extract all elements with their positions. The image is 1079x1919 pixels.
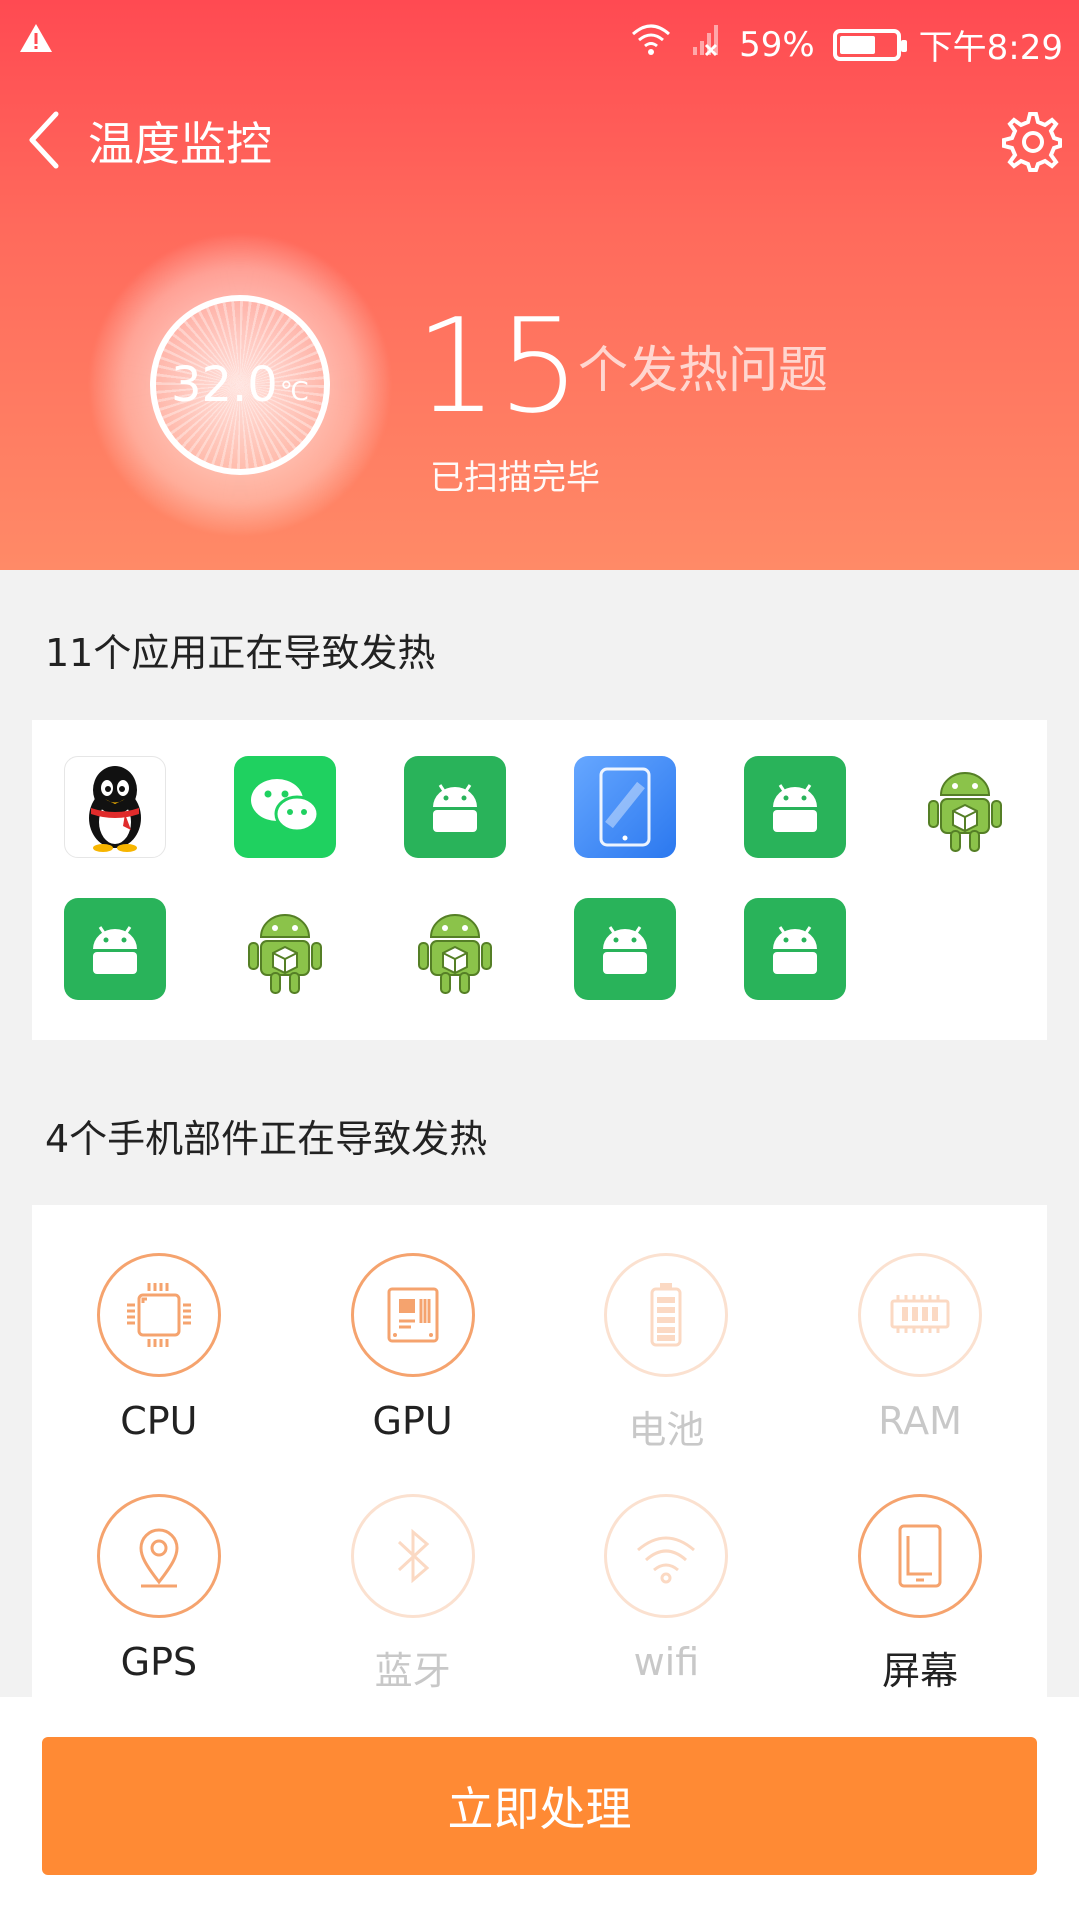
battery-icon <box>604 1253 729 1377</box>
parts-section-title: 4个手机部件正在导致发热 <box>45 1117 488 1161</box>
issue-count: 15 <box>415 290 581 442</box>
part-item[interactable]: 屏幕 <box>793 1494 1047 1695</box>
gpu-icon <box>350 1253 475 1377</box>
status-bar: 59% 下午8:29 <box>0 0 1079 80</box>
location-pin-icon <box>96 1494 221 1618</box>
process-now-button[interactable]: 立即处理 <box>42 1737 1037 1875</box>
android-icon[interactable] <box>64 898 166 1000</box>
android-icon[interactable] <box>744 756 846 858</box>
temperature-unit: ℃ <box>279 377 310 407</box>
parts-grid: CPU GPU 电池 RAM GPS 蓝牙 wifi 屏幕 <box>32 1253 1047 1695</box>
page-title: 温度监控 <box>88 117 272 171</box>
part-item[interactable]: 电池 <box>540 1253 794 1454</box>
header-panel: 59% 下午8:29 温度监控 32.0 ℃ 15 个发热问题 已扫描完毕 <box>0 0 1079 570</box>
part-label: GPS <box>120 1640 198 1684</box>
part-label: CPU <box>120 1399 198 1443</box>
ram-icon <box>858 1253 983 1377</box>
part-label: 屏幕 <box>882 1649 959 1693</box>
part-label: wifi <box>633 1640 700 1684</box>
temperature-readout: 32.0 ℃ <box>150 295 330 475</box>
part-item[interactable]: wifi <box>540 1494 794 1695</box>
android-icon[interactable] <box>744 898 846 1000</box>
battery-percent: 59% <box>739 24 815 65</box>
battery-icon <box>832 28 907 61</box>
part-label: GPU <box>372 1399 453 1443</box>
apps-card <box>32 720 1047 1040</box>
part-label: 电池 <box>628 1408 705 1452</box>
scan-status: 已扫描完毕 <box>430 458 600 498</box>
part-item[interactable]: GPU <box>286 1253 540 1454</box>
cell-signal-icon <box>691 23 721 66</box>
part-item[interactable]: CPU <box>32 1253 286 1454</box>
parts-card: CPU GPU 电池 RAM GPS 蓝牙 wifi 屏幕 <box>32 1205 1047 1705</box>
app-bar: 温度监控 <box>0 100 1079 180</box>
back-arrow-icon[interactable] <box>22 110 72 170</box>
android-box-icon[interactable] <box>234 898 336 1000</box>
gear-icon[interactable] <box>997 108 1063 174</box>
part-item[interactable]: RAM <box>793 1253 1047 1454</box>
apps-section-title: 11个应用正在导致发热 <box>45 631 436 675</box>
part-item[interactable]: 蓝牙 <box>286 1494 540 1695</box>
android-icon[interactable] <box>404 756 506 858</box>
android-box-icon[interactable] <box>404 898 506 1000</box>
app-grid <box>64 756 1016 1000</box>
warning-icon <box>18 22 54 63</box>
wifi-status-icon <box>629 22 673 67</box>
android-icon[interactable] <box>574 898 676 1000</box>
android-box-icon[interactable] <box>914 756 1016 858</box>
issue-count-label: 个发热问题 <box>578 341 828 399</box>
temperature-gauge: 32.0 ℃ <box>90 235 390 535</box>
cpu-icon <box>96 1253 221 1377</box>
bottom-bar: 立即处理 <box>0 1697 1079 1919</box>
qq-penguin-icon[interactable] <box>64 756 166 858</box>
screen-icon <box>858 1494 983 1618</box>
tablet-icon[interactable] <box>574 756 676 858</box>
part-label: 蓝牙 <box>374 1649 451 1693</box>
wechat-icon[interactable] <box>234 756 336 858</box>
part-label: RAM <box>878 1399 962 1443</box>
temperature-value: 32.0 <box>170 357 278 413</box>
clock: 下午8:29 <box>918 28 1063 68</box>
part-item[interactable]: GPS <box>32 1494 286 1695</box>
wifi-icon <box>604 1494 729 1618</box>
bluetooth-icon <box>350 1494 475 1618</box>
